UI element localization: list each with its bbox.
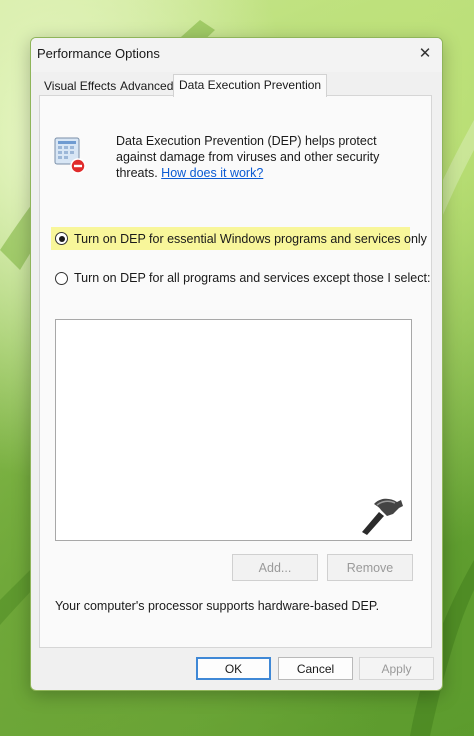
tab-data-execution-prevention[interactable]: Data Execution Prevention (173, 74, 328, 97)
hardware-dep-support-text: Your computer's processor supports hardw… (55, 599, 380, 613)
how-does-it-work-link[interactable]: How does it work? (161, 166, 263, 180)
radio-essential-only[interactable]: Turn on DEP for essential Windows progra… (51, 227, 427, 250)
performance-options-dialog: Performance Options ✕ Visual Effects Adv… (30, 37, 443, 691)
close-button[interactable]: ✕ (408, 38, 442, 68)
radio-all-button[interactable] (55, 271, 68, 285)
window-title: Performance Options (37, 46, 160, 61)
dep-tab-panel: Data Execution Prevention (DEP) helps pr… (39, 95, 432, 648)
radio-essential-label: Turn on DEP for essential Windows progra… (74, 231, 427, 246)
tab-visual-effects[interactable]: Visual Effects (39, 77, 121, 96)
ok-button[interactable]: OK (196, 657, 271, 680)
dep-description: Data Execution Prevention (DEP) helps pr… (116, 133, 416, 181)
radio-all-label: Turn on DEP for all programs and service… (74, 271, 431, 285)
radio-all-programs[interactable]: Turn on DEP for all programs and service… (55, 271, 430, 285)
hammer-logo-icon (362, 498, 403, 535)
tab-advanced[interactable]: Advanced (115, 77, 178, 96)
tab-strip: Visual Effects Advanced Data Execution P… (39, 74, 434, 97)
add-button[interactable]: Add... (232, 554, 318, 581)
title-bar[interactable]: Performance Options ✕ (31, 38, 442, 72)
close-icon: ✕ (418, 45, 432, 62)
cancel-button[interactable]: Cancel (278, 657, 353, 680)
dep-shield-icon (54, 137, 86, 174)
apply-button[interactable]: Apply (359, 657, 434, 680)
remove-button[interactable]: Remove (327, 554, 413, 581)
radio-essential-button[interactable] (55, 232, 68, 245)
